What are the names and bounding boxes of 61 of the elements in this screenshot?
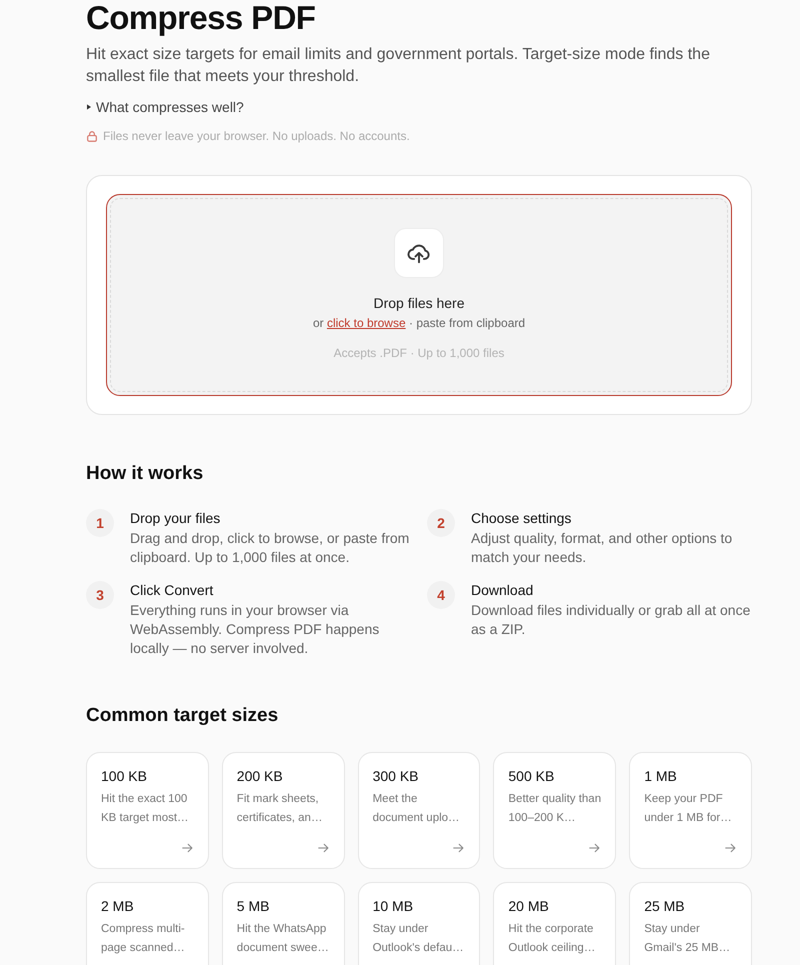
card-title: 10 MB	[372, 897, 414, 915]
card-title: 1 MB	[644, 767, 678, 785]
card-description: Hit the exact 100 KB target most…	[101, 792, 190, 826]
disclosure-toggle[interactable]: What compresses well?	[86, 97, 244, 117]
step-description: Download files individually or grab all at once as a ZIP.	[471, 601, 752, 639]
card-title: 2 MB	[101, 897, 135, 915]
section-heading: Common target sizes	[86, 704, 280, 728]
caret-icon	[87, 104, 91, 110]
target-size-card[interactable]: 2 MB Compress multi-page scanned…	[86, 882, 209, 965]
arrow-right-icon	[453, 843, 464, 853]
target-size-card[interactable]: 1 MB Keep your PDF under 1 MB for…	[629, 752, 752, 869]
target-size-card[interactable]: 200 KB Fit mark sheets, certificates, an…	[222, 752, 345, 869]
target-size-card[interactable]: 100 KB Hit the exact 100 KB target most…	[86, 752, 209, 869]
lock-icon	[87, 130, 97, 142]
card-description: Meet the document uplo…	[372, 792, 461, 826]
card-description: Compress multi-page scanned…	[101, 922, 186, 956]
step-description: Everything runs in your browser via WebAssembly. Compress PDF happens locally — no server involved.	[130, 601, 380, 658]
card-description: Hit the corporate Outlook ceiling…	[508, 922, 596, 956]
step-description: Adjust quality, format, and other options to match your needs.	[471, 529, 734, 567]
privacy-note: Files never leave your browser. No uploads. No accounts.	[103, 128, 410, 144]
step-title: Drop your files	[130, 509, 222, 528]
card-description: Stay under Gmail's 25 MB…	[644, 922, 732, 956]
step-number: 1	[86, 509, 114, 537]
card-title: 300 KB	[372, 767, 420, 785]
step-title: Download	[471, 581, 534, 600]
card-title: 200 KB	[236, 767, 284, 785]
accepted-formats: Accepts .PDF · Up to 1,000 files	[334, 345, 504, 361]
page-title: Compress PDF	[86, 0, 316, 36]
drop-zone[interactable]: Drop files here or click to browse · paste from clipboard Accepts .PDF · Up to 1,000 files	[106, 194, 732, 396]
step-title: Click Convert	[130, 581, 214, 600]
page-subtitle: Hit exact size targets for email limits and government portals. Target-size mode finds the smallest file that meets your threshold.	[86, 45, 711, 87]
step-number: 3	[86, 581, 114, 609]
target-size-card[interactable]: 300 KB Meet the document uplo…	[358, 752, 480, 869]
step-number: 4	[427, 581, 455, 609]
target-size-card[interactable]: 25 MB Stay under Gmail's 25 MB…	[629, 882, 752, 965]
card-description: Fit mark sheets, certificates, an…	[236, 792, 324, 826]
arrow-right-icon	[182, 843, 193, 853]
arrow-right-icon	[589, 843, 600, 853]
browse-hint: or click to browse · paste from clipboard	[312, 315, 526, 331]
card-description: Stay under Outlook's defau…	[372, 922, 465, 956]
card-title: 500 KB	[508, 767, 556, 785]
card-title: 100 KB	[101, 767, 148, 785]
arrow-right-icon	[725, 843, 736, 853]
cloud-upload-icon	[394, 228, 444, 278]
target-size-card[interactable]: 5 MB Hit the WhatsApp document swee…	[222, 882, 345, 965]
card-description: Hit the WhatsApp document swee…	[236, 922, 330, 956]
card-description: Better quality than 100–200 K…	[508, 792, 602, 826]
step-number: 2	[427, 509, 455, 537]
card-description: Keep your PDF under 1 MB for…	[644, 792, 733, 826]
browse-link[interactable]: click to browse	[326, 316, 406, 330]
target-size-card[interactable]: 20 MB Hit the corporate Outlook ceiling…	[493, 882, 616, 965]
step-description: Drag and drop, click to browse, or paste from clipboard. Up to 1,000 files at once.	[130, 529, 410, 567]
card-title: 25 MB	[644, 897, 686, 915]
drop-heading: Drop files here	[373, 294, 465, 312]
step-title: Choose settings	[471, 509, 572, 528]
arrow-right-icon	[318, 843, 329, 853]
card-title: 20 MB	[508, 897, 550, 915]
section-heading: How it works	[86, 462, 204, 486]
target-size-card[interactable]: 500 KB Better quality than 100–200 K…	[493, 752, 616, 869]
target-size-card[interactable]: 10 MB Stay under Outlook's defau…	[358, 882, 480, 965]
card-title: 5 MB	[236, 897, 270, 915]
